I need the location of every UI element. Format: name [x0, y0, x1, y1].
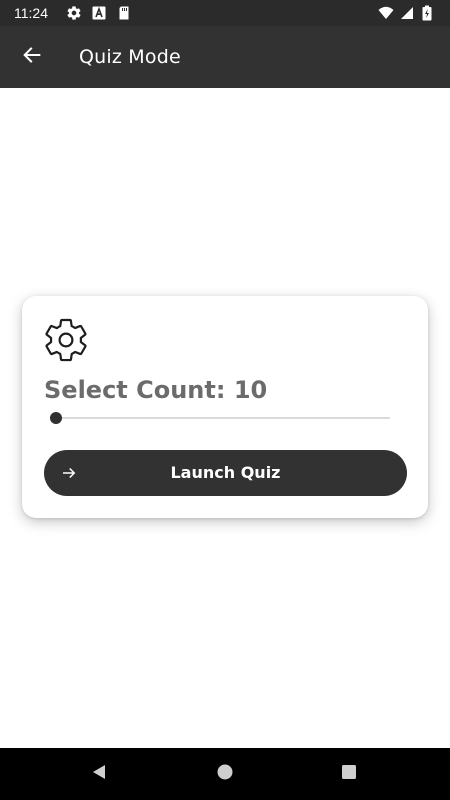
back-button[interactable] — [16, 41, 48, 73]
back-triangle-icon — [90, 763, 108, 785]
quiz-settings-card: Select Count: 10 Launch Quiz — [22, 296, 428, 518]
system-nav-bar — [0, 748, 450, 800]
recents-square-icon — [340, 763, 358, 785]
select-count-label: Select Count: 10 — [44, 376, 268, 404]
launch-quiz-label: Launch Quiz — [170, 463, 281, 482]
launch-quiz-button[interactable]: Launch Quiz — [44, 450, 407, 496]
arrow-left-icon — [21, 44, 43, 70]
slider-track — [56, 417, 390, 419]
wifi-icon — [378, 5, 394, 21]
count-slider[interactable] — [50, 410, 390, 426]
status-left-icons — [66, 5, 132, 21]
page-title: Quiz Mode — [79, 46, 181, 68]
font-a-icon — [91, 5, 107, 21]
signal-icon — [400, 5, 416, 21]
gear-icon — [66, 5, 82, 21]
status-time: 11:24 — [14, 5, 48, 21]
gear-icon — [42, 316, 90, 364]
sd-card-icon — [116, 5, 132, 21]
nav-home-button[interactable] — [213, 762, 237, 786]
nav-recents-button[interactable] — [337, 762, 361, 786]
slider-thumb[interactable] — [50, 412, 62, 424]
status-right-icons — [378, 5, 438, 21]
nav-back-button[interactable] — [87, 762, 111, 786]
home-circle-icon — [216, 763, 234, 785]
battery-charging-icon — [422, 5, 438, 21]
app-bar: Quiz Mode — [0, 26, 450, 88]
status-bar: 11:24 — [0, 0, 450, 26]
